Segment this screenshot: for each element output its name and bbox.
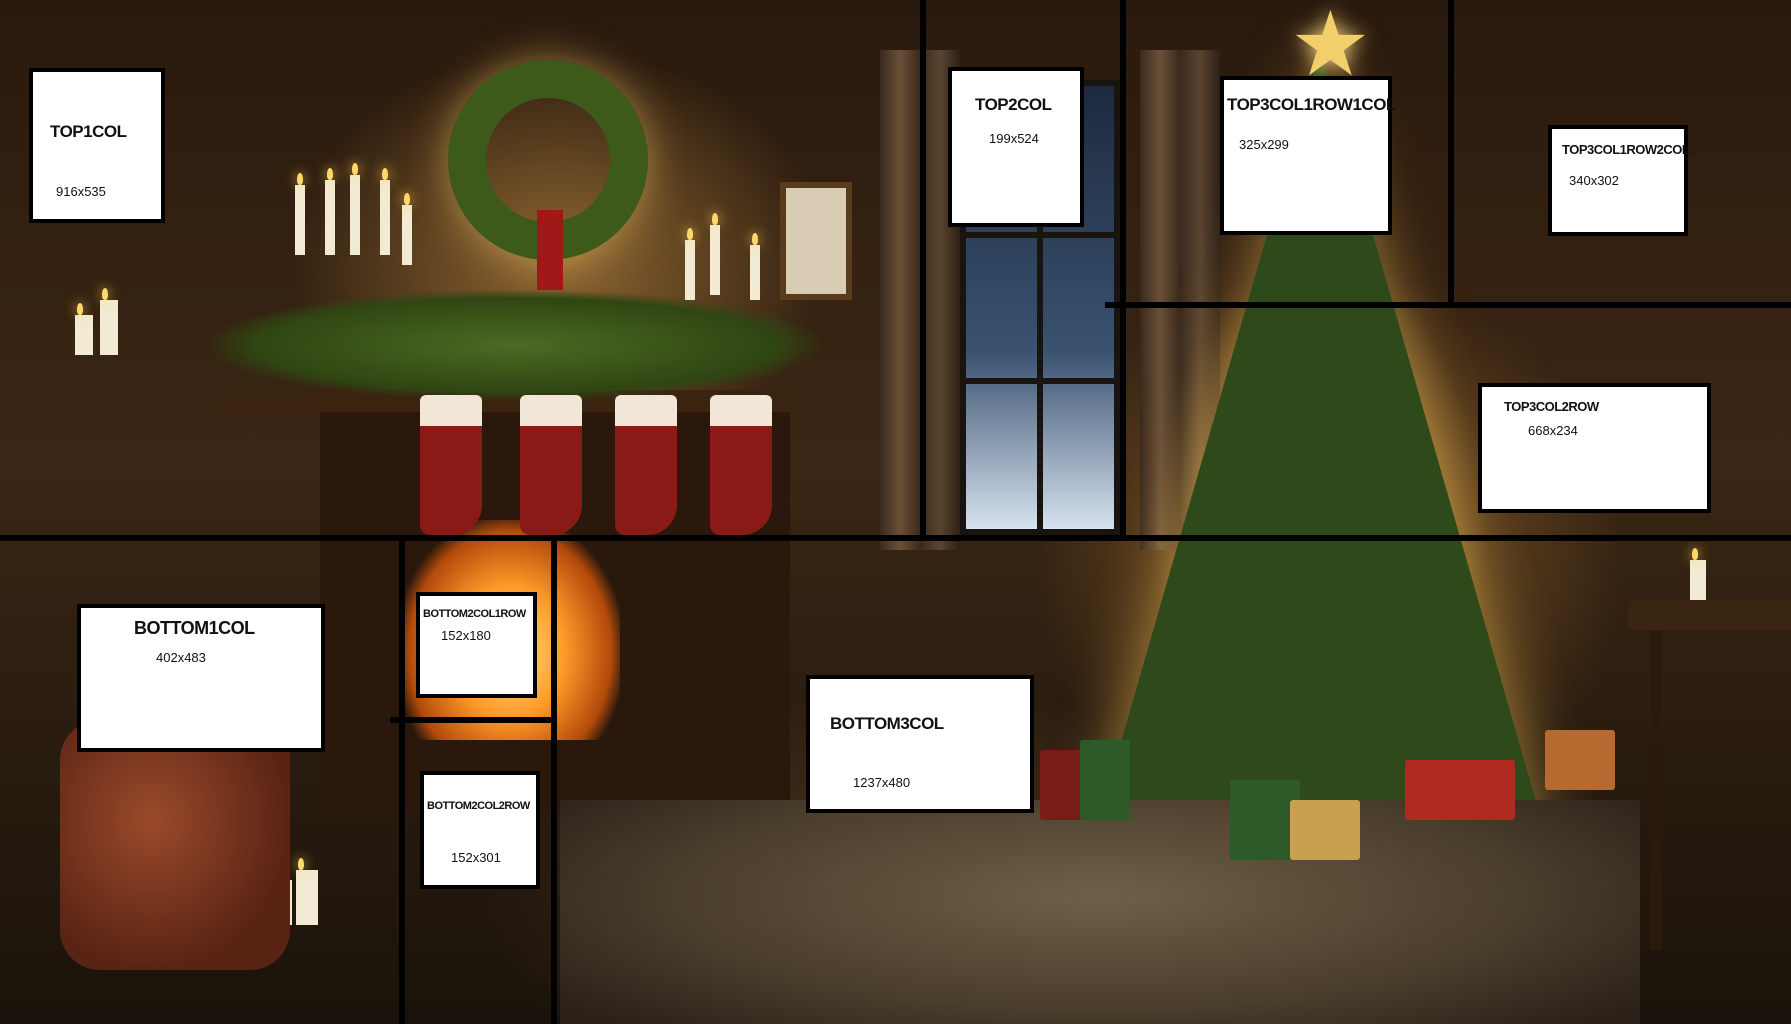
side-table-leg (1650, 630, 1662, 950)
candle (710, 213, 720, 295)
candle (100, 288, 118, 355)
label-name: TOP2COL (975, 95, 1052, 114)
candle (295, 173, 305, 255)
label-name: TOP3COL1ROW1COL (1227, 95, 1396, 114)
label-top2col: TOP2COL 199x524 (948, 67, 1084, 227)
label-size: 152x180 (441, 628, 491, 643)
candle (75, 303, 93, 355)
candle (350, 163, 360, 255)
side-table (1628, 600, 1791, 630)
candle (402, 193, 412, 265)
label-size: 199x524 (989, 131, 1039, 146)
armchair (60, 720, 290, 970)
gift-box (1405, 760, 1515, 820)
label-bottom2col2row: BOTTOM2COL2ROW 152x301 (420, 771, 540, 889)
label-size: 1237x480 (853, 775, 911, 790)
grid-line-horizontal-main (0, 535, 1791, 541)
label-bottom2col1row: BOTTOM2COL1ROW 152x180 (416, 592, 537, 698)
candle (380, 168, 390, 255)
label-name: TOP3COL2ROW (1504, 399, 1599, 414)
label-bottom3col: BOTTOM3COL 1237x480 (806, 675, 1034, 813)
candle (296, 858, 318, 925)
stocking (420, 395, 482, 535)
framed-picture (780, 182, 852, 300)
label-bottom1col: BOTTOM1COL 402x483 (77, 604, 325, 752)
grid-line-vertical-top3col1row (1448, 0, 1454, 305)
label-top3col1row1col: TOP3COL1ROW1COL 325x299 (1220, 76, 1396, 235)
garland (210, 290, 820, 400)
label-name: BOTTOM3COL (830, 714, 944, 733)
gift-box (1545, 730, 1615, 790)
label-name: TOP1COL (50, 122, 127, 141)
label-top1col: TOP1COL 916x535 (29, 68, 165, 223)
label-name: BOTTOM1COL (134, 618, 255, 638)
candle (750, 233, 760, 300)
stocking (520, 395, 582, 535)
grid-line-vertical-bottom2 (551, 538, 557, 1024)
label-name: BOTTOM2COL2ROW (427, 800, 530, 812)
wreath-bow (537, 210, 563, 290)
label-size: 916x535 (56, 184, 106, 199)
candle (1690, 548, 1706, 600)
label-size: 402x483 (156, 650, 206, 665)
label-top3col2row: TOP3COL2ROW 668x234 (1478, 383, 1711, 513)
candle (325, 168, 335, 255)
stocking (710, 395, 772, 535)
christmas-scene-layout: ★ TOP1COL 916x535 TOP2COL 199x524 TOP3CO… (0, 0, 1791, 1024)
grid-line-vertical-top1 (920, 0, 926, 538)
gift-box (1290, 800, 1360, 860)
grid-line-vertical-bottom1 (399, 538, 405, 1024)
gift-box (1080, 740, 1130, 820)
candle (685, 228, 695, 300)
label-name: TOP3COL1ROW2COL (1562, 142, 1690, 157)
label-name: BOTTOM2COL1ROW (423, 608, 526, 620)
label-size: 668x234 (1528, 423, 1578, 438)
grid-line-vertical-top2 (1120, 0, 1126, 538)
rug (560, 800, 1640, 1024)
grid-line-horizontal-bottom2col (390, 717, 555, 723)
label-size: 152x301 (451, 850, 501, 865)
label-size: 340x302 (1569, 173, 1619, 188)
label-top3col1row2col: TOP3COL1ROW2COL 340x302 (1548, 125, 1690, 236)
stocking (615, 395, 677, 535)
label-size: 325x299 (1239, 137, 1289, 152)
